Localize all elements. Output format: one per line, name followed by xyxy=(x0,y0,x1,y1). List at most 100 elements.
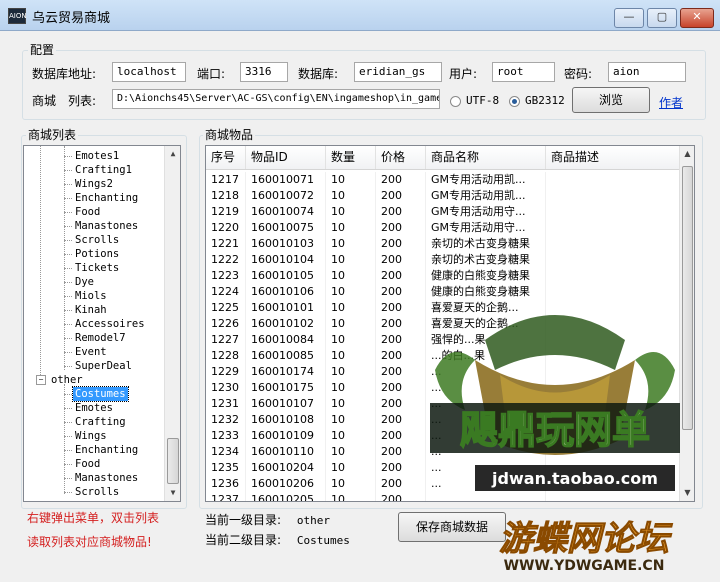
close-button[interactable]: ✕ xyxy=(680,8,714,28)
column-header[interactable]: 商品名称 xyxy=(426,146,546,169)
table-row[interactable]: 1218 160010072 10 200 GM专用活动用凯... xyxy=(206,188,681,204)
tree-branch-line xyxy=(64,282,72,283)
scroll-up-arrow-icon[interactable]: ▲ xyxy=(680,146,694,162)
table-cell: 10 xyxy=(326,316,376,332)
tree-scroll-thumb[interactable] xyxy=(167,438,179,484)
table-cell: 10 xyxy=(326,236,376,252)
table-cell: 1232 xyxy=(206,412,246,428)
tree-item-label: Crafting xyxy=(75,416,126,428)
tree-branch-line xyxy=(64,352,72,353)
grid-header: 序号 物品ID 数量 价格 商品名称 商品描述 xyxy=(206,146,681,170)
tree-item-label: Food xyxy=(75,458,101,470)
db-name-input[interactable]: eridian_gs xyxy=(354,62,442,82)
tree-branch-line xyxy=(64,478,72,479)
table-cell: 10 xyxy=(326,172,376,188)
table-cell: 1226 xyxy=(206,316,246,332)
column-header[interactable]: 商品描述 xyxy=(546,146,681,169)
table-cell: 10 xyxy=(326,188,376,204)
table-row[interactable]: 1219 160010074 10 200 GM专用活动用守... xyxy=(206,204,681,220)
table-cell: 160010103 xyxy=(246,236,326,252)
maximize-button[interactable]: ▢ xyxy=(647,8,677,28)
db-address-input[interactable]: localhost xyxy=(112,62,186,82)
table-cell: 1217 xyxy=(206,172,246,188)
table-cell: 1224 xyxy=(206,284,246,300)
table-cell xyxy=(546,172,681,188)
tree-item-label: Accessoires xyxy=(75,318,145,330)
table-row[interactable]: 1224 160010106 10 200 健康的白熊变身糖果 xyxy=(206,284,681,300)
title-bar[interactable]: AION 乌云贸易商城 — ▢ ✕ xyxy=(0,0,720,31)
tree-item-label: Remodel7 xyxy=(75,332,126,344)
column-header[interactable]: 序号 xyxy=(206,146,246,169)
table-cell: 1234 xyxy=(206,444,246,460)
minimize-button[interactable]: — xyxy=(614,8,644,28)
table-cell: 160010101 xyxy=(246,300,326,316)
tree-branch-line xyxy=(64,492,72,493)
current-level2: 当前二级目录: Costumes xyxy=(205,531,350,548)
port-input[interactable]: 3316 xyxy=(240,62,288,82)
tree-item-label: Emotes1 xyxy=(75,150,120,162)
table-cell: 1221 xyxy=(206,236,246,252)
table-row[interactable]: 1222 160010104 10 200 亲切的术古变身糖果 xyxy=(206,252,681,268)
table-cell: 160010084 xyxy=(246,332,326,348)
utf8-radio[interactable] xyxy=(450,96,461,107)
table-cell: 200 xyxy=(376,188,426,204)
column-header[interactable]: 价格 xyxy=(376,146,426,169)
table-cell: 160010204 xyxy=(246,460,326,476)
author-link[interactable]: 作者 xyxy=(659,94,683,111)
user-label: 用户: xyxy=(449,67,478,81)
table-cell: 1220 xyxy=(206,220,246,236)
scroll-up-arrow-icon[interactable]: ▲ xyxy=(165,146,180,162)
table-cell: 160010206 xyxy=(246,476,326,492)
table-cell: 1219 xyxy=(206,204,246,220)
tree-item-label: Crafting1 xyxy=(75,164,132,176)
tree-item-label: Scrolls xyxy=(75,234,120,246)
column-header[interactable]: 数量 xyxy=(326,146,376,169)
shop-category-tree[interactable]: Emotes1 Crafting1 Wings2 Enchanting Food Mana… xyxy=(23,145,181,502)
gb2312-radio[interactable] xyxy=(509,96,520,107)
table-cell: 健康的白熊变身糖果 xyxy=(426,284,546,300)
password-input[interactable]: aion xyxy=(608,62,686,82)
column-header[interactable]: 物品ID xyxy=(246,146,326,169)
table-cell: 10 xyxy=(326,220,376,236)
tree-item-label: Costumes xyxy=(72,386,129,402)
table-cell: 160010075 xyxy=(246,220,326,236)
tree-branch-line xyxy=(64,212,72,213)
app-icon: AION xyxy=(8,8,27,24)
table-row[interactable]: 1223 160010105 10 200 健康的白熊变身糖果 xyxy=(206,268,681,284)
tree-item-label: other xyxy=(51,374,83,386)
table-cell: 亲切的术古变身糖果 xyxy=(426,252,546,268)
tree-hint-line1: 右键弹出菜单，双击列表 xyxy=(27,511,160,525)
table-cell: 160010074 xyxy=(246,204,326,220)
table-cell xyxy=(546,204,681,220)
browse-button[interactable]: 浏览 xyxy=(572,87,650,113)
table-cell xyxy=(546,268,681,284)
table-cell: 200 xyxy=(376,252,426,268)
scroll-down-arrow-icon[interactable]: ▼ xyxy=(165,485,180,501)
table-cell: 1235 xyxy=(206,460,246,476)
table-cell: 200 xyxy=(376,220,426,236)
table-row[interactable]: 1217 160010071 10 200 GM专用活动用凯... xyxy=(206,172,681,188)
table-cell xyxy=(546,252,681,268)
table-row[interactable]: 1220 160010075 10 200 GM专用活动用守... xyxy=(206,220,681,236)
tree-collapse-icon[interactable]: − xyxy=(36,375,46,385)
shop-list-path-input[interactable]: D:\Aionchs45\Server\AC-GS\config\EN\inga… xyxy=(112,89,440,109)
tree-branch-line xyxy=(64,184,72,185)
table-cell: 10 xyxy=(326,300,376,316)
tree-scrollbar[interactable]: ▲ ▼ xyxy=(164,146,180,501)
tree-item-label: Enchanting xyxy=(75,192,139,204)
tree-guide-line xyxy=(64,146,65,370)
table-cell: 10 xyxy=(326,380,376,396)
table-cell: 160010109 xyxy=(246,428,326,444)
user-input[interactable]: root xyxy=(492,62,555,82)
table-cell: 160010072 xyxy=(246,188,326,204)
table-row[interactable]: 1221 160010103 10 200 亲切的术古变身糖果 xyxy=(206,236,681,252)
table-cell: 160010102 xyxy=(246,316,326,332)
table-cell xyxy=(546,220,681,236)
ydwgame-watermark-logo: 游蝶网论坛 WWW.YDWGAME.CN xyxy=(499,519,674,575)
tree-item-label: Enchanting xyxy=(75,444,139,456)
utf8-radio-label: UTF-8 xyxy=(466,94,500,107)
table-cell: 160010104 xyxy=(246,252,326,268)
table-cell: 160010175 xyxy=(246,380,326,396)
ydwgame-brand-text: 游蝶网论坛 xyxy=(499,519,673,559)
tree-branch-line xyxy=(64,170,72,171)
